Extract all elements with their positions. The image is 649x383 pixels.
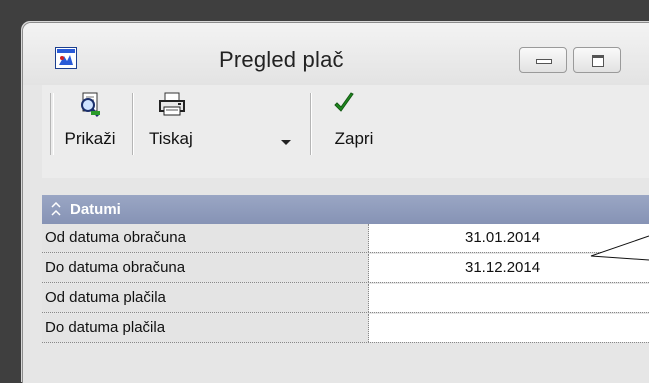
maximize-icon	[592, 55, 604, 67]
date-field-do-placila[interactable]	[369, 314, 649, 342]
date-field-od-placila[interactable]	[369, 284, 649, 312]
checkmark-icon	[333, 91, 355, 120]
print-button[interactable]: Tiskaj	[138, 91, 238, 157]
preview-button[interactable]: Prikaži	[57, 91, 123, 157]
title-bar[interactable]: Pregled plač	[23, 23, 649, 85]
close-button-label: Zapri	[334, 129, 374, 148]
toolbar-grip[interactable]	[50, 93, 54, 155]
toolbar-separator	[310, 93, 312, 155]
toolbar-separator	[132, 93, 134, 155]
toolbar: Prikaži Tiskaj Zapri	[42, 85, 649, 178]
section-title: Datumi	[70, 201, 121, 218]
field-value: 31.01.2014	[465, 229, 541, 246]
section-header-datumi[interactable]: Datumi	[42, 195, 649, 224]
print-dropdown-arrow[interactable]	[281, 140, 291, 145]
property-row: Do datuma plačila	[42, 314, 649, 343]
report-window: Pregled plač Prikaži Tiskaj Zapri Datumi…	[22, 22, 649, 383]
preview-magnifier-icon	[77, 91, 103, 124]
minimize-button[interactable]	[519, 47, 567, 73]
callout-pointer	[590, 235, 649, 261]
property-row: Do datuma obračuna 31.12.2014	[42, 254, 649, 283]
preview-button-label: Prikaži	[64, 129, 116, 148]
report-app-icon	[55, 47, 77, 69]
field-value: 31.12.2014	[465, 259, 541, 276]
property-label: Od datuma plačila	[42, 284, 369, 312]
printer-icon	[158, 91, 186, 122]
property-label: Do datuma obračuna	[42, 254, 369, 282]
maximize-button[interactable]	[573, 47, 621, 73]
property-row: Od datuma obračuna 31.01.2014	[42, 224, 649, 253]
minimize-icon	[536, 59, 552, 64]
collapse-chevrons-icon	[50, 201, 62, 220]
property-label: Od datuma obračuna	[42, 224, 369, 252]
print-button-label: Tiskaj	[149, 129, 193, 148]
close-button[interactable]: Zapri	[318, 91, 390, 157]
property-label: Do datuma plačila	[42, 314, 369, 342]
window-title: Pregled plač	[219, 47, 344, 72]
property-row: Od datuma plačila	[42, 284, 649, 313]
